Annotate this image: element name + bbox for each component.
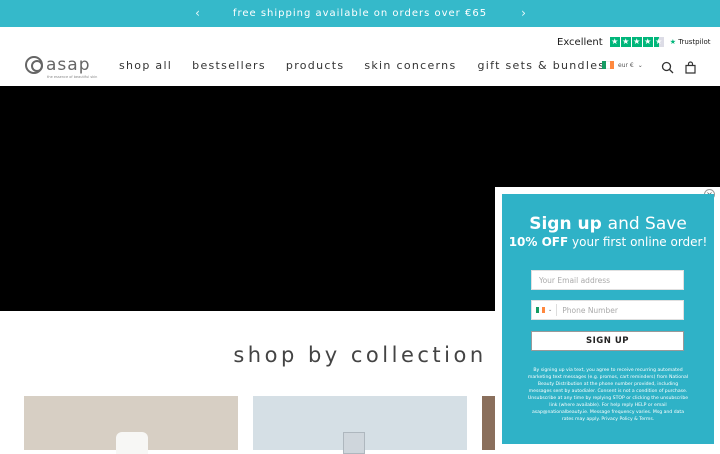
collection-card[interactable]	[24, 396, 238, 454]
star-icon: ★	[642, 37, 653, 47]
star-icon: ★	[620, 37, 631, 47]
ireland-flag-icon	[602, 61, 614, 69]
logo-wordmark: asap	[46, 55, 91, 75]
site-header: asap the essence of beautiful skin shop …	[0, 50, 720, 86]
phone-field[interactable]: ⌄ Phone Number	[531, 300, 684, 320]
phone-placeholder: Phone Number	[562, 305, 618, 315]
collection-card[interactable]	[253, 396, 467, 454]
product-image	[343, 432, 365, 454]
announcement-text: free shipping available on orders over €…	[232, 8, 488, 19]
popup-subtitle: 10% OFF your first online order!	[502, 236, 714, 248]
nav-bestsellers[interactable]: bestsellers	[192, 59, 266, 72]
trustpilot-star-icon: ★	[669, 38, 676, 46]
chevron-left-icon[interactable]: ‹	[190, 0, 206, 27]
bag-icon[interactable]	[684, 59, 697, 78]
half-star-icon: ★	[653, 37, 664, 47]
signup-button[interactable]: SIGN UP	[531, 331, 684, 351]
chevron-down-icon: ⌄	[548, 306, 553, 313]
trustpilot-rating-text: Excellent	[557, 36, 603, 48]
popup-discount: 10% OFF	[508, 235, 569, 249]
popup-title-bold: Sign up	[529, 214, 602, 234]
trustpilot-widget[interactable]: Excellent ★ ★ ★ ★ ★ ★ Trustpilot	[557, 34, 711, 50]
header-icons	[661, 59, 697, 78]
star-icon: ★	[609, 37, 620, 47]
nav-products[interactable]: products	[286, 59, 344, 72]
popup-title: Sign up and Save	[502, 214, 714, 234]
logo-mark-icon	[25, 56, 43, 74]
announcement-bar: ‹ free shipping available on orders over…	[0, 0, 720, 27]
legal-text: By signing up via text, you agree to rec…	[527, 368, 689, 422]
chevron-right-icon[interactable]: ›	[516, 0, 532, 27]
popup-panel: Sign up and Save 10% OFF your first onli…	[502, 194, 714, 444]
trustpilot-stars: ★ ★ ★ ★ ★	[609, 37, 664, 47]
search-icon[interactable]	[661, 59, 674, 78]
nav-gift-sets[interactable]: gift sets & bundles	[477, 59, 605, 72]
popup-subtitle-rest: your first online order!	[572, 235, 708, 249]
ireland-flag-icon	[536, 307, 545, 313]
popup-title-rest: and Save	[607, 214, 687, 234]
nav-shop-all[interactable]: shop all	[119, 59, 172, 72]
main-nav: shop all bestsellers products skin conce…	[119, 59, 605, 72]
star-icon: ★	[631, 37, 642, 47]
email-field[interactable]: Your Email address	[531, 270, 684, 290]
currency-label: eur €	[618, 61, 634, 69]
nav-skin-concerns[interactable]: skin concerns	[364, 59, 456, 72]
logo[interactable]: asap the essence of beautiful skin	[25, 55, 97, 79]
chevron-down-icon: ⌄	[637, 61, 643, 69]
trustpilot-brand: Trustpilot	[678, 38, 711, 46]
trustpilot-logo: ★ Trustpilot	[670, 38, 711, 46]
country-code-selector[interactable]: ⌄	[532, 304, 558, 316]
signup-popup: × Sign up and Save 10% OFF your first on…	[495, 187, 720, 450]
logo-tagline: the essence of beautiful skin	[47, 75, 98, 79]
product-image	[116, 432, 148, 454]
currency-selector[interactable]: eur € ⌄	[602, 61, 643, 69]
